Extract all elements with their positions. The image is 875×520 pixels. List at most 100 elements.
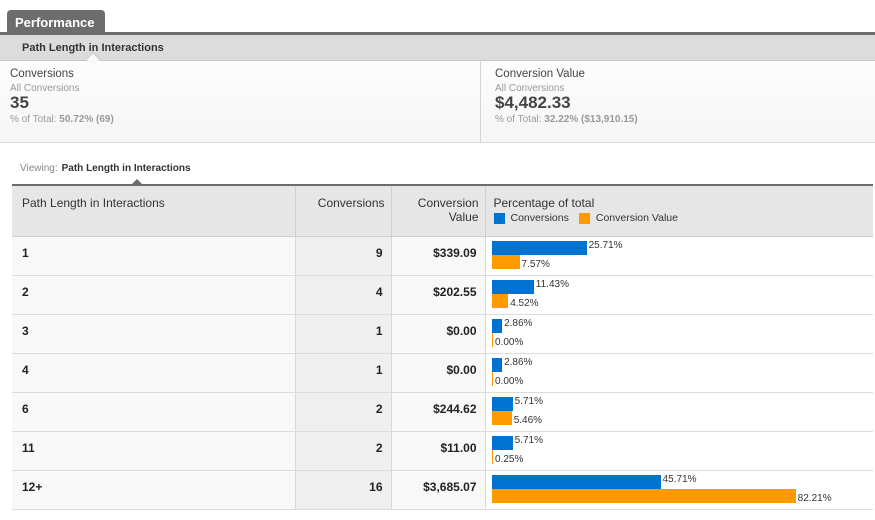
cell-path-length: 3 — [12, 314, 296, 354]
cell-percentage: 5.71% 0.25% — [485, 431, 874, 471]
bar-label-conversions: 2.86% — [504, 356, 533, 368]
cell-conversion-value: $3,685.07 — [391, 470, 486, 510]
scorecard-value: 35 — [10, 93, 29, 112]
cell-conversion-value: $339.09 — [391, 236, 486, 276]
bar-label-conversions: 45.71% — [662, 473, 697, 485]
bar-line-conversion-value: 0.00% — [491, 332, 874, 348]
bar-line-conversion-value: 0.00% — [491, 371, 874, 387]
cell-conversions: 1 — [295, 353, 392, 393]
cell-conversions: 2 — [295, 431, 392, 471]
scorecard-title: Conversion Value — [495, 68, 585, 80]
bar-conversion-value — [491, 332, 493, 347]
cell-conversions: 16 — [295, 470, 392, 510]
scorecard-title: Conversions — [10, 68, 74, 80]
bar-label-conversions: 11.43% — [535, 278, 569, 290]
scorecards: Conversions All Conversions 35 % of Tota… — [0, 61, 875, 143]
bar-conversions — [491, 357, 503, 372]
data-table: Path Length in Interactions Conversions … — [12, 184, 873, 510]
cell-conversion-value: $244.62 — [391, 392, 486, 432]
bar-line-conversions: 5.71% — [491, 395, 874, 411]
bar-line-conversions: 45.71% — [491, 473, 874, 489]
cell-path-length: 6 — [12, 392, 296, 432]
bar-label-conversion-value: 0.00% — [495, 375, 524, 387]
cell-path-length: 12+ — [12, 470, 296, 510]
header-line: Value — [448, 210, 479, 224]
cell-path-length: 4 — [12, 353, 296, 393]
bar-conversions — [491, 396, 513, 411]
bar-line-conversions: 25.71% — [491, 239, 874, 255]
bar-line-conversion-value: 5.46% — [491, 410, 874, 426]
scorecard-total: % of Total: 50.72% (69) — [10, 114, 470, 125]
bar-line-conversions: 11.43% — [491, 278, 874, 294]
scorecard-conversions: Conversions All Conversions 35 % of Tota… — [0, 61, 480, 142]
bar-conversion-value — [491, 293, 509, 308]
legend-label-conversions: Conversions — [510, 212, 569, 224]
bar-conversion-value — [491, 371, 493, 386]
viewing-label: Viewing: Path Length in Interactions — [20, 163, 191, 174]
bar-conversions — [491, 435, 513, 450]
table-row: 2 4 $202.55 11.43% 4.52% — [12, 275, 874, 315]
table-row: 6 2 $244.62 5.71% 5.46% — [12, 392, 874, 432]
bar-label-conversion-value: 5.46% — [513, 414, 543, 426]
bar-label-conversion-value: 0.25% — [495, 453, 524, 465]
cell-conversions: 1 — [295, 314, 392, 354]
bar-line-conversions: 5.71% — [491, 435, 874, 450]
table-row: 11 2 $11.00 5.71% 0.25% — [12, 431, 874, 471]
bar-line-conversions: 2.86% — [491, 356, 874, 372]
table-header-row: Path Length in Interactions Conversions … — [12, 185, 873, 237]
column-header-conversion-value[interactable]: Conversion Value — [391, 185, 486, 237]
percentage-header-label: Percentage of total — [493, 196, 595, 210]
cell-percentage: 11.43% 4.52% — [485, 275, 874, 315]
column-header-percentage: Percentage of total Conversions Conversi… — [485, 185, 873, 237]
bar-label-conversion-value: 4.52% — [510, 297, 539, 309]
scorecard-value: $4,482.33 — [495, 93, 571, 112]
cell-percentage: 45.71% 82.21% — [485, 470, 874, 510]
bar-label-conversions: 5.71% — [514, 395, 543, 407]
cell-conversion-value: $0.00 — [391, 353, 486, 393]
bar-line-conversion-value: 4.52% — [491, 293, 874, 309]
total-value: 32.22% ($13,910.15) — [544, 114, 638, 125]
bar-conversions — [491, 279, 534, 294]
column-header-conversions[interactable]: Conversions — [295, 185, 392, 237]
bar-label-conversions: 25.71% — [588, 239, 623, 251]
total-prefix: % of Total: — [495, 114, 542, 125]
legend-swatch-conversion-value — [578, 212, 590, 224]
viewing-dimension[interactable]: Path Length in Interactions — [62, 163, 191, 174]
table-row: 1 9 $339.09 25.71% 7.57% — [12, 236, 874, 276]
legend-label-conversion-value: Conversion Value — [595, 212, 678, 224]
total-prefix: % of Total: — [10, 114, 57, 125]
bar-conversions — [491, 474, 661, 489]
cell-percentage: 25.71% 7.57% — [485, 236, 874, 276]
bar-conversions — [491, 240, 587, 255]
cell-path-length: 1 — [12, 236, 296, 276]
legend: Conversions Conversion Value — [493, 212, 868, 224]
cell-percentage: 5.71% 5.46% — [485, 392, 874, 432]
table-row: 3 1 $0.00 2.86% 0.00% — [12, 314, 874, 354]
header-line: Conversion — [417, 196, 479, 210]
bar-conversion-value — [491, 410, 512, 425]
column-header-path-length[interactable]: Path Length in Interactions — [12, 185, 296, 237]
cell-conversions: 2 — [295, 392, 392, 432]
bar-label-conversion-value: 82.21% — [797, 492, 832, 504]
scorecard-total: % of Total: 32.22% ($13,910.15) — [495, 114, 865, 125]
cell-conversion-value: $0.00 — [391, 314, 486, 354]
cell-conversions: 4 — [295, 275, 392, 315]
table-row: 4 1 $0.00 2.86% 0.00% — [12, 353, 874, 393]
bar-line-conversions: 2.86% — [491, 317, 874, 333]
bar-conversion-value — [491, 449, 493, 464]
scorecard-subtitle: All Conversions — [10, 83, 80, 94]
table-row: 12+ 16 $3,685.07 45.71% 82.21% — [12, 470, 874, 510]
tab-performance[interactable]: Performance — [7, 10, 105, 34]
cell-conversion-value: $11.00 — [391, 431, 486, 471]
legend-swatch-conversions — [493, 212, 505, 224]
bar-label-conversions: 2.86% — [504, 317, 533, 329]
bar-label-conversion-value: 7.57% — [521, 258, 550, 270]
cell-conversion-value: $202.55 — [391, 275, 486, 315]
bar-line-conversion-value: 0.25% — [491, 449, 874, 465]
cell-conversions: 9 — [295, 236, 392, 276]
bar-conversion-value — [491, 488, 796, 503]
viewing-prefix: Viewing: — [20, 163, 58, 174]
bar-conversions — [491, 318, 503, 333]
scorecard-conversion-value: Conversion Value All Conversions $4,482.… — [480, 61, 875, 142]
cell-percentage: 2.86% 0.00% — [485, 353, 874, 393]
